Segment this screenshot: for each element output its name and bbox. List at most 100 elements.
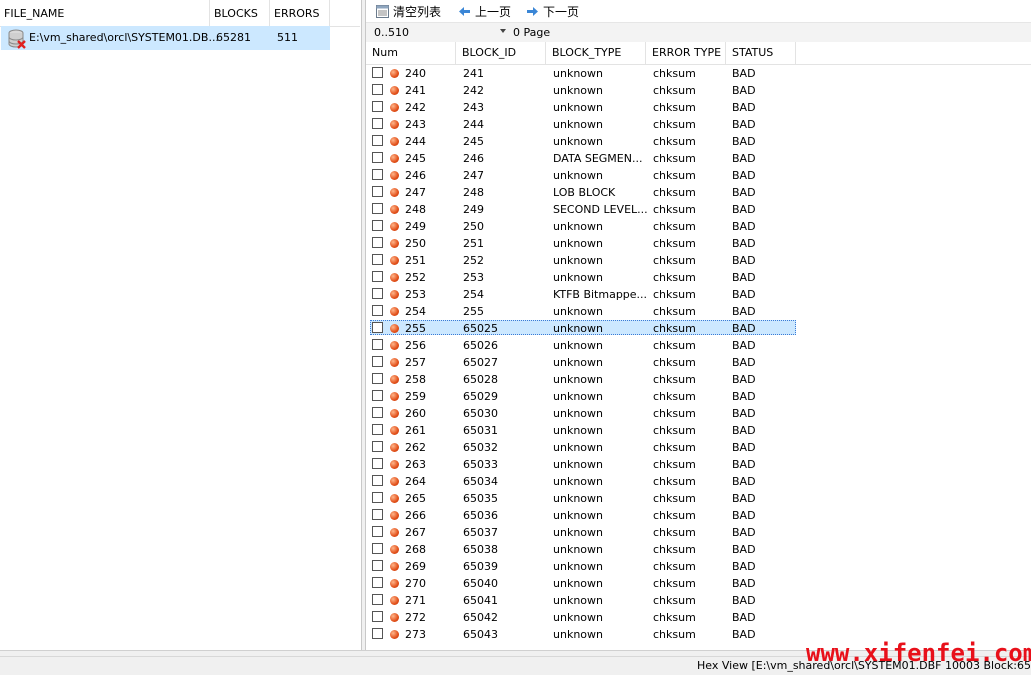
table-row[interactable]: 241 242 unknown chksum BAD <box>366 82 1031 99</box>
row-checkbox[interactable] <box>372 611 383 622</box>
row-checkbox[interactable] <box>372 118 383 129</box>
row-checkbox[interactable] <box>372 135 383 146</box>
clear-list-button[interactable]: 清空列表 <box>376 1 441 21</box>
column-header-file-name[interactable]: FILE_NAME <box>0 0 210 26</box>
column-header-num[interactable]: Num <box>366 42 456 64</box>
row-checkbox[interactable] <box>372 339 383 350</box>
row-checkbox[interactable] <box>372 186 383 197</box>
row-checkbox[interactable] <box>372 84 383 95</box>
row-checkbox[interactable] <box>372 101 383 112</box>
table-row[interactable]: 270 65040 unknown chksum BAD <box>366 575 1031 592</box>
column-header-errors[interactable]: ERRORS <box>270 0 330 26</box>
table-row[interactable]: 246 247 unknown chksum BAD <box>366 167 1031 184</box>
column-header-status[interactable]: STATUS <box>726 42 796 64</box>
table-row[interactable]: 248 249 SECOND LEVEL... chksum BAD <box>366 201 1031 218</box>
block-grid: 240 241 unknown chksum BAD 241 242 unknown chksu… <box>366 65 1031 647</box>
chevron-down-icon[interactable] <box>500 29 506 33</box>
row-checkbox[interactable] <box>372 543 383 554</box>
column-header-blocks[interactable]: BLOCKS <box>210 0 270 26</box>
table-row[interactable]: 261 65031 unknown chksum BAD <box>366 422 1031 439</box>
row-checkbox[interactable] <box>372 509 383 520</box>
cell-error-type: chksum <box>653 67 696 80</box>
column-header-block-id[interactable]: BLOCK_ID <box>456 42 546 64</box>
row-checkbox[interactable] <box>372 373 383 384</box>
row-checkbox[interactable] <box>372 560 383 571</box>
cell-block-type: unknown <box>553 220 603 233</box>
row-checkbox[interactable] <box>372 220 383 231</box>
cell-num: 263 <box>405 458 426 471</box>
table-row[interactable]: 272 65042 unknown chksum BAD <box>366 609 1031 626</box>
cell-block-id: 65026 <box>463 339 498 352</box>
table-row[interactable]: 269 65039 unknown chksum BAD <box>366 558 1031 575</box>
table-row[interactable]: 262 65032 unknown chksum BAD <box>366 439 1031 456</box>
row-checkbox[interactable] <box>372 390 383 401</box>
table-row[interactable]: 256 65026 unknown chksum BAD <box>366 337 1031 354</box>
row-checkbox[interactable] <box>372 577 383 588</box>
row-checkbox[interactable] <box>372 305 383 316</box>
table-row[interactable]: 247 248 LOB BLOCK chksum BAD <box>366 184 1031 201</box>
row-checkbox[interactable] <box>372 152 383 163</box>
table-row[interactable]: 251 252 unknown chksum BAD <box>366 252 1031 269</box>
table-row[interactable]: 249 250 unknown chksum BAD <box>366 218 1031 235</box>
row-checkbox[interactable] <box>372 458 383 469</box>
table-row[interactable]: 260 65030 unknown chksum BAD <box>366 405 1031 422</box>
file-name: E:\vm_shared\orcl\SYSTEM01.DB... <box>29 31 219 44</box>
column-header-block-type[interactable]: BLOCK_TYPE <box>546 42 646 64</box>
row-checkbox[interactable] <box>372 594 383 605</box>
row-checkbox[interactable] <box>372 424 383 435</box>
table-row[interactable]: 243 244 unknown chksum BAD <box>366 116 1031 133</box>
table-row[interactable]: 250 251 unknown chksum BAD <box>366 235 1031 252</box>
row-checkbox[interactable] <box>372 356 383 367</box>
table-row[interactable]: 264 65034 unknown chksum BAD <box>366 473 1031 490</box>
row-checkbox[interactable] <box>372 492 383 503</box>
cell-status: BAD <box>732 118 756 131</box>
error-status-icon <box>390 137 399 146</box>
column-header-error-type[interactable]: ERROR TYPE <box>646 42 726 64</box>
table-row[interactable]: 240 241 unknown chksum BAD <box>366 65 1031 82</box>
cell-block-id: 65043 <box>463 628 498 641</box>
table-row[interactable]: 254 255 unknown chksum BAD <box>366 303 1031 320</box>
cell-num: 247 <box>405 186 426 199</box>
table-row[interactable]: 252 253 unknown chksum BAD <box>366 269 1031 286</box>
row-checkbox[interactable] <box>372 475 383 486</box>
table-row[interactable]: 253 254 KTFB Bitmappe... chksum BAD <box>366 286 1031 303</box>
row-checkbox[interactable] <box>372 237 383 248</box>
cell-block-type: unknown <box>553 526 603 539</box>
table-row[interactable]: 242 243 unknown chksum BAD <box>366 99 1031 116</box>
table-row[interactable]: 263 65033 unknown chksum BAD <box>366 456 1031 473</box>
file-row[interactable]: E:\vm_shared\orcl\SYSTEM01.DB... 65281 5… <box>1 26 330 50</box>
cell-block-type: unknown <box>553 594 603 607</box>
table-row[interactable]: 268 65038 unknown chksum BAD <box>366 541 1031 558</box>
cell-block-type: DATA SEGMEN... <box>553 152 643 165</box>
table-row[interactable]: 271 65041 unknown chksum BAD <box>366 592 1031 609</box>
table-row[interactable]: 255 65025 unknown chksum BAD <box>366 320 1031 337</box>
table-row[interactable]: 245 246 DATA SEGMEN... chksum BAD <box>366 150 1031 167</box>
prev-page-button[interactable]: 上一页 <box>458 1 511 21</box>
row-checkbox[interactable] <box>372 203 383 214</box>
cell-block-id: 250 <box>463 220 484 233</box>
row-checkbox[interactable] <box>372 169 383 180</box>
row-checkbox[interactable] <box>372 526 383 537</box>
next-page-button[interactable]: 下一页 <box>526 1 579 21</box>
row-checkbox[interactable] <box>372 288 383 299</box>
table-row[interactable]: 259 65029 unknown chksum BAD <box>366 388 1031 405</box>
row-checkbox[interactable] <box>372 271 383 282</box>
row-checkbox[interactable] <box>372 628 383 639</box>
table-row[interactable]: 244 245 unknown chksum BAD <box>366 133 1031 150</box>
table-row[interactable]: 266 65036 unknown chksum BAD <box>366 507 1031 524</box>
error-status-icon <box>390 256 399 265</box>
row-checkbox[interactable] <box>372 322 383 333</box>
table-row[interactable]: 267 65037 unknown chksum BAD <box>366 524 1031 541</box>
table-row[interactable]: 257 65027 unknown chksum BAD <box>366 354 1031 371</box>
cell-block-id: 247 <box>463 169 484 182</box>
cell-block-type: unknown <box>553 373 603 386</box>
row-checkbox[interactable] <box>372 254 383 265</box>
page-range-select[interactable]: 0..510 <box>368 24 508 41</box>
row-checkbox[interactable] <box>372 67 383 78</box>
cell-error-type: chksum <box>653 169 696 182</box>
row-checkbox[interactable] <box>372 407 383 418</box>
row-checkbox[interactable] <box>372 441 383 452</box>
toolbar: 清空列表 上一页 下一页 <box>366 0 1031 22</box>
table-row[interactable]: 265 65035 unknown chksum BAD <box>366 490 1031 507</box>
table-row[interactable]: 258 65028 unknown chksum BAD <box>366 371 1031 388</box>
